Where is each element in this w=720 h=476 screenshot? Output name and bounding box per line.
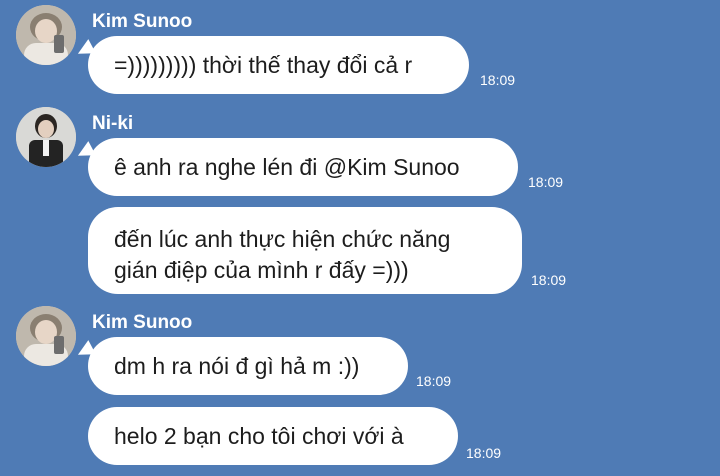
- message-time: 18:09: [416, 373, 452, 389]
- sender-name: Ni-ki: [92, 113, 134, 134]
- message-text: ê anh ra nghe lén đi @Kim Sunoo: [114, 153, 460, 180]
- message-text-line: gián điệp của mình r đấy =))): [114, 257, 409, 283]
- message-bubble[interactable]: helo 2 bạn cho tôi chơi với à: [88, 407, 458, 465]
- message-bubble[interactable]: dm h ra nói đ gì hả m :)): [88, 337, 408, 395]
- avatar-photo: [16, 5, 76, 65]
- message-text: dm h ra nói đ gì hả m :)): [114, 352, 360, 379]
- message-bubble[interactable]: đến lúc anh thực hiện chức năng gián điệ…: [88, 207, 522, 294]
- message-text: đến lúc anh thực hiện chức năng gián điệ…: [114, 224, 450, 286]
- message-text: =))))))))) thời thế thay đổi cả r: [114, 51, 413, 78]
- avatar-kim-sunoo[interactable]: [16, 306, 76, 366]
- avatar-photo: [16, 107, 76, 167]
- avatar-kim-sunoo[interactable]: [16, 5, 76, 65]
- message-text: helo 2 bạn cho tôi chơi với à: [114, 422, 404, 449]
- sender-name: Kim Sunoo: [92, 11, 193, 32]
- message-text-line: đến lúc anh thực hiện chức năng: [114, 226, 451, 252]
- message-bubble[interactable]: ê anh ra nghe lén đi @Kim Sunoo: [88, 138, 518, 196]
- avatar-photo: [16, 306, 76, 366]
- message-bubble[interactable]: =))))))))) thời thế thay đổi cả r: [88, 36, 469, 94]
- message-time: 18:09: [528, 174, 564, 190]
- sender-name: Kim Sunoo: [92, 312, 193, 333]
- avatar-ni-ki[interactable]: [16, 107, 76, 167]
- message-time: 18:09: [466, 445, 502, 461]
- message-time: 18:09: [531, 272, 567, 288]
- message-time: 18:09: [480, 72, 516, 88]
